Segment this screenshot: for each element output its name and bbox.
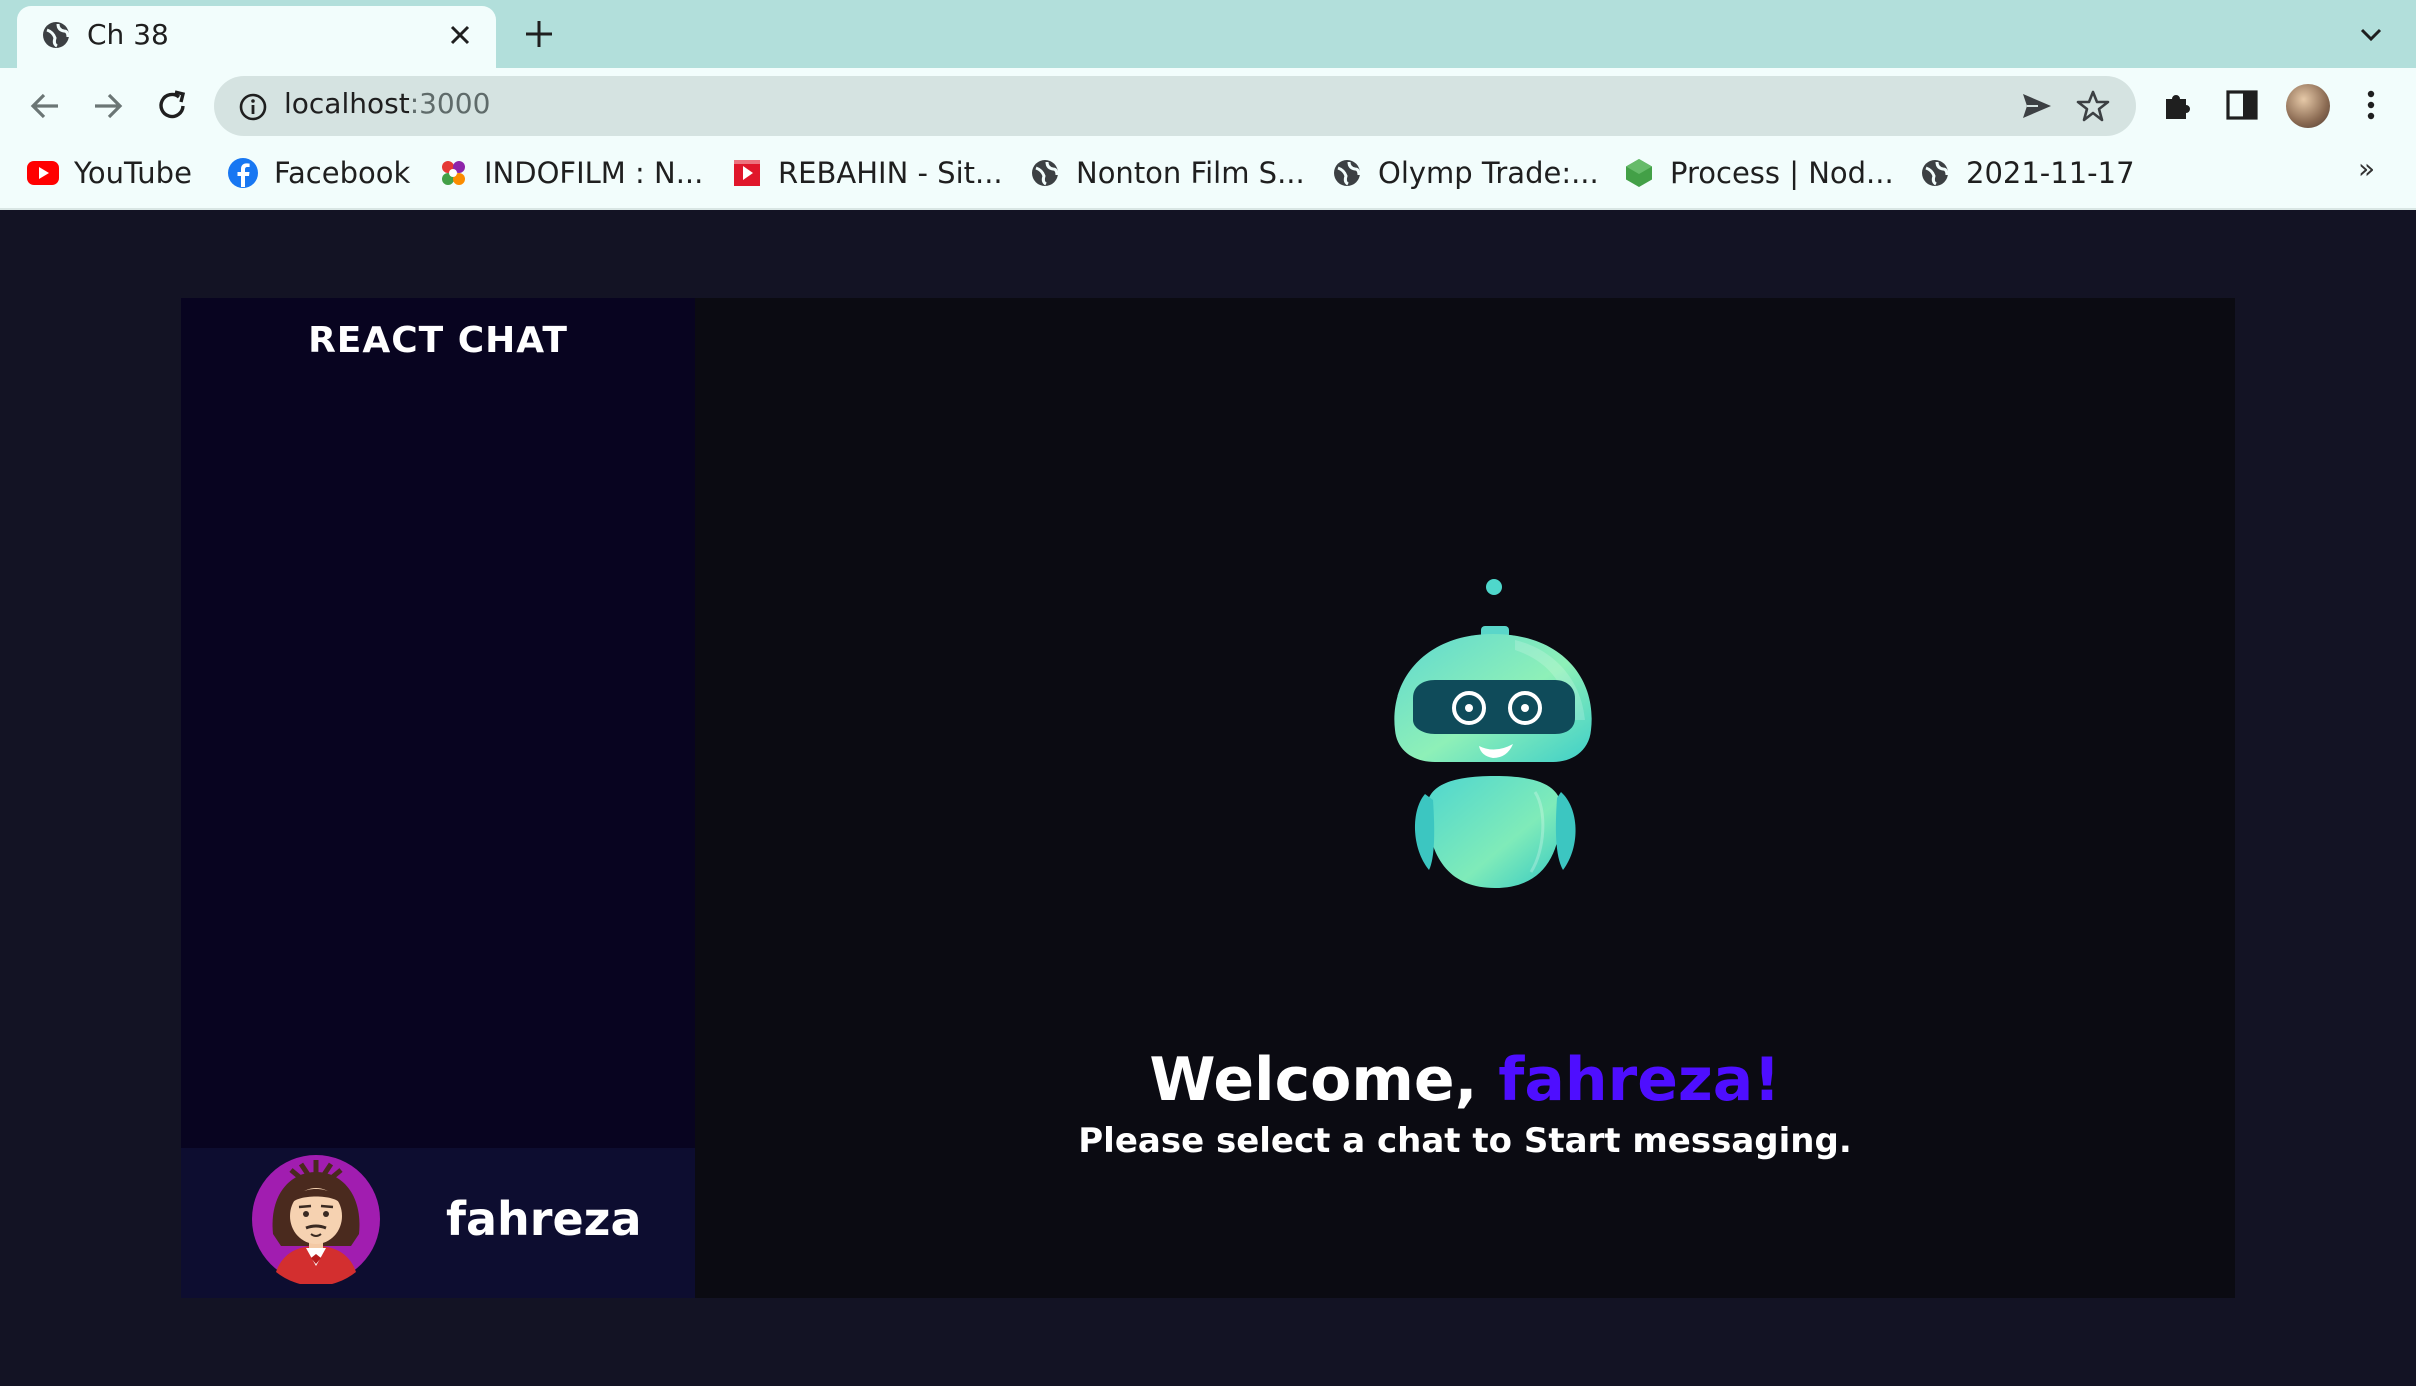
more-menu-icon[interactable]	[2356, 87, 2386, 127]
bookmark-facebook[interactable]: Facebook	[226, 146, 410, 200]
facebook-icon	[226, 156, 260, 190]
welcome-subtitle: Please select a chat to Start messaging.	[1078, 1121, 1852, 1161]
bookmark-nonton-film[interactable]: Nonton Film S...	[1028, 146, 1305, 200]
forward-icon[interactable]	[89, 87, 127, 129]
new-tab-icon[interactable]	[522, 17, 556, 55]
globe-icon	[41, 20, 71, 54]
bookmark-2021-11-17[interactable]: 2021-11-17	[1918, 146, 2135, 200]
robot-illustration	[1375, 570, 1615, 910]
address-bar[interactable]: localhost:3000	[214, 76, 2136, 136]
page-viewport: REACT CHAT fahreza Welcome, fahreza! Ple…	[0, 210, 2416, 1386]
back-icon[interactable]	[26, 87, 64, 129]
reload-icon[interactable]	[153, 87, 191, 129]
current-username: fahreza	[446, 1192, 642, 1246]
bookmark-star-icon[interactable]	[2076, 89, 2110, 127]
current-user-panel: fahreza	[181, 1148, 695, 1298]
bookmark-youtube[interactable]: YouTube	[26, 146, 192, 200]
rebahin-icon	[730, 156, 764, 190]
globe-icon	[1028, 156, 1062, 190]
nodejs-icon	[1622, 156, 1656, 190]
send-tab-icon[interactable]	[2020, 91, 2054, 125]
youtube-icon	[26, 156, 60, 190]
welcome-username: fahreza!	[1498, 1045, 1781, 1115]
chevron-down-icon[interactable]	[2356, 20, 2386, 54]
side-panel-icon[interactable]	[2224, 87, 2260, 127]
bookmark-rebahin[interactable]: REBAHIN - Sit...	[730, 146, 1003, 200]
welcome-panel: Welcome, fahreza! Please select a chat t…	[695, 298, 2235, 1298]
indofilm-icon	[436, 156, 470, 190]
app-brand: REACT CHAT	[308, 320, 568, 361]
profile-avatar[interactable]	[2286, 84, 2330, 128]
contacts-sidebar: REACT CHAT fahreza	[181, 298, 695, 1298]
tab-title: Ch 38	[87, 18, 169, 51]
bookmark-process-node[interactable]: Process | Nod...	[1622, 146, 1894, 200]
globe-icon	[1918, 156, 1952, 190]
site-info-icon[interactable]	[238, 92, 268, 126]
bookmark-indofilm[interactable]: INDOFILM : N...	[436, 146, 703, 200]
browser-tab[interactable]: Ch 38	[17, 6, 496, 68]
more-bookmarks-button[interactable]: »	[2358, 152, 2375, 185]
close-tab-icon[interactable]	[447, 22, 473, 52]
tab-strip: Ch 38	[0, 0, 2416, 68]
bookmark-olymp-trade[interactable]: Olymp Trade:...	[1330, 146, 1599, 200]
extensions-icon[interactable]	[2160, 87, 2196, 127]
chat-container: REACT CHAT fahreza Welcome, fahreza! Ple…	[181, 298, 2235, 1298]
welcome-heading: Welcome, fahreza!	[1149, 1045, 1781, 1115]
globe-icon	[1330, 156, 1364, 190]
bookmarks-bar: YouTube Facebook INDOFILM : N... REBAHIN…	[0, 146, 2416, 200]
url-text: localhost:3000	[284, 87, 491, 120]
user-avatar	[251, 1154, 381, 1287]
